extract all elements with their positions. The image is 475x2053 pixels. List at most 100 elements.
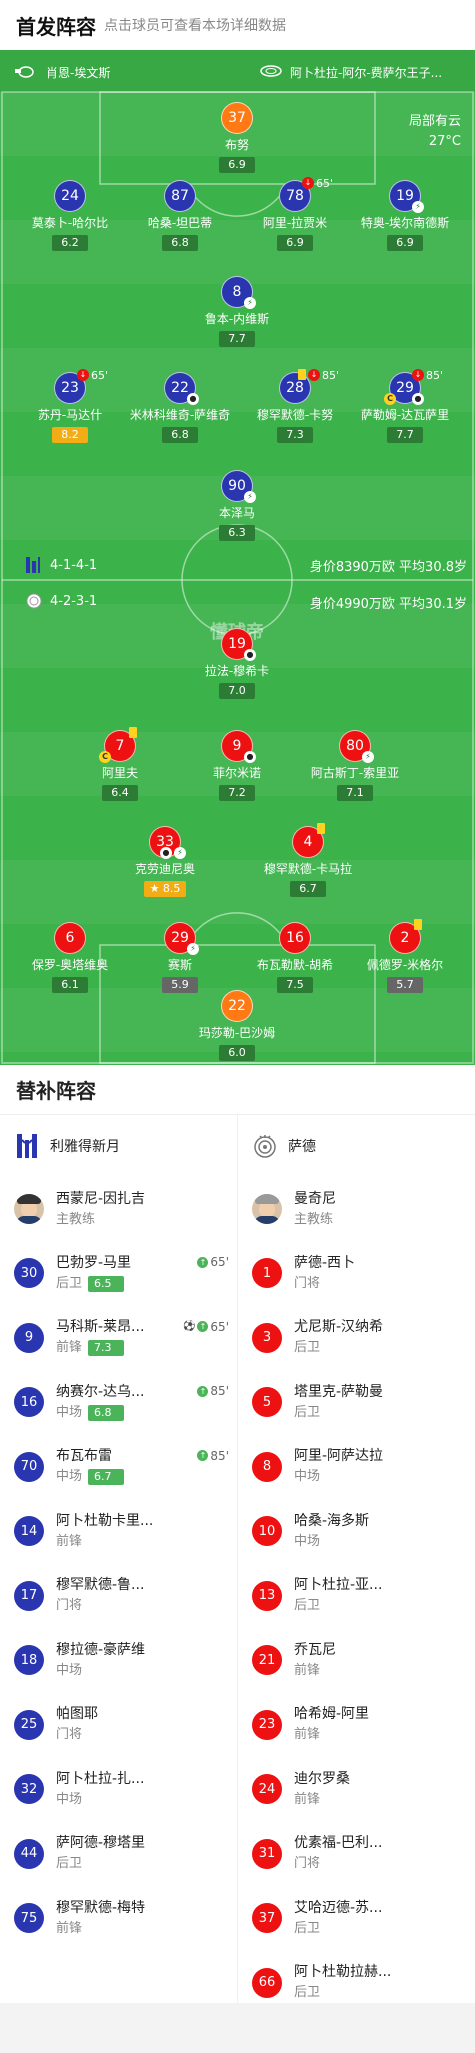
- home-player-87[interactable]: 87 哈桑-坦巴蒂 6.8: [120, 180, 240, 251]
- sub-player-number: 66: [252, 1967, 282, 1998]
- away-team-row[interactable]: 萨德: [238, 1115, 475, 1177]
- player-name: 赛斯: [167, 958, 192, 972]
- away-player-80[interactable]: 80 ⚡ 阿古斯丁-索里亚 7.1: [295, 730, 415, 801]
- sub-player-row[interactable]: 5 塔里克-萨勒曼 后卫: [238, 1370, 475, 1435]
- coach-role: 主教练: [294, 1211, 334, 1227]
- player-name: 玛莎勒-巴沙姆: [198, 1026, 276, 1040]
- sub-player-number: 1: [252, 1258, 282, 1289]
- sub-player-position: 中场: [56, 1791, 83, 1807]
- away-player-4[interactable]: 4 穆罕默德-卡马拉 6.7: [248, 823, 368, 897]
- sub-player-row[interactable]: 37 艾哈迈德-苏... 后卫: [238, 1886, 475, 1951]
- away-player-16[interactable]: 16 布瓦勒默-胡希 7.5: [235, 922, 355, 993]
- home-player-37[interactable]: 37 布努 6.9: [177, 102, 297, 173]
- sub-player-number: 14: [14, 1516, 44, 1547]
- player-name: 鲁本-内维斯: [204, 312, 270, 326]
- home-player-28[interactable]: 28 ↓ 85' 穆罕默德-卡努 7.3: [235, 369, 355, 443]
- player-number: 19 ●: [221, 628, 256, 661]
- sub-minute: 65': [91, 369, 109, 382]
- sub-out-icon: ↓: [302, 177, 314, 189]
- sub-player-position: 门将: [294, 1275, 321, 1291]
- stadium-name: 阿卜杜拉-阿尔-费萨尔王子...: [290, 66, 443, 80]
- player-name: 萨勒姆-达瓦萨里: [360, 408, 450, 422]
- whistle-icon: [14, 64, 34, 81]
- sub-player-row[interactable]: 24 迪尔罗桑 前锋: [238, 1757, 475, 1822]
- sub-player-row[interactable]: 1 萨德-西卜 门将: [238, 1241, 475, 1306]
- sub-player-rating: 6.5: [88, 1275, 125, 1292]
- sub-player-position: 门将: [294, 1856, 321, 1872]
- player-rating: 6.8: [162, 427, 198, 443]
- sub-player-position: 中场: [294, 1469, 321, 1485]
- sub-player-position: 后卫: [56, 1856, 83, 1872]
- sub-player-row[interactable]: 10 哈桑-海多斯 中场: [238, 1499, 475, 1564]
- sub-player-row[interactable]: 18 穆拉德-豪萨维 中场: [0, 1628, 237, 1693]
- sub-out-icon: ↓: [412, 369, 424, 381]
- sub-player-position: 前锋: [56, 1340, 83, 1356]
- sub-player-name: 艾哈迈德-苏...: [294, 1899, 383, 1916]
- home-coach-row: 西蒙尼-因扎吉 主教练: [0, 1177, 237, 1241]
- sub-out-icon: ↓: [308, 369, 320, 381]
- sub-player-row[interactable]: 25 帕图耶 门将: [0, 1693, 237, 1758]
- sub-player-number: 13: [252, 1580, 282, 1611]
- home-player-90[interactable]: 90 ⚡ 本泽马 6.3: [177, 470, 297, 541]
- goal-ball-icon: ●: [412, 393, 424, 405]
- home-player-78[interactable]: 78 ↓ 65' 阿里-拉贾米 6.9: [235, 177, 355, 251]
- coach-name: 西蒙尼-因扎吉: [56, 1190, 146, 1207]
- sub-player-position-row: 前锋: [56, 1533, 153, 1551]
- away-player-29[interactable]: 29 ⚡ 赛斯 5.9: [120, 922, 240, 993]
- sub-player-row[interactable]: 70 布瓦布雷 中场 6.7 ↑ 85': [0, 1435, 237, 1500]
- home-player-22[interactable]: 22 ● 米林科维奇-萨维奇 6.8: [120, 372, 240, 443]
- away-player-9[interactable]: 9 ● 菲尔米诺 7.2: [177, 730, 297, 801]
- sub-player-row[interactable]: 21 乔瓦尼 前锋: [238, 1628, 475, 1693]
- home-player-29[interactable]: 29 ↓ 85' C ● 萨勒姆-达瓦萨里 7.7: [345, 369, 465, 443]
- player-rating: 6.1: [52, 977, 88, 993]
- home-player-23[interactable]: 23 ↓ 65' 苏丹-马达什 8.2: [10, 369, 130, 443]
- sub-player-row[interactable]: 23 哈希姆-阿里 前锋: [238, 1693, 475, 1758]
- sub-player-name: 阿卜杜拉-扎...: [56, 1770, 145, 1787]
- player-number: 6: [54, 922, 86, 954]
- sub-player-row[interactable]: 14 阿卜杜勒卡里... 前锋: [0, 1499, 237, 1564]
- away-player-33[interactable]: 33 ● ⚡ 克劳迪尼奥 ★ 8.5: [105, 826, 225, 897]
- sub-player-position: 门将: [56, 1598, 83, 1614]
- player-name: 穆罕默德-卡努: [256, 408, 334, 422]
- sub-player-name: 布瓦布雷: [56, 1448, 112, 1465]
- player-number: 22: [221, 990, 253, 1022]
- goal-ball-icon: ●: [160, 847, 172, 859]
- player-name: 布努: [224, 138, 249, 152]
- sub-player-position: 后卫: [294, 1985, 321, 2001]
- player-rating: 7.2: [219, 785, 255, 801]
- sub-player-row[interactable]: 13 阿卜杜拉-亚... 后卫: [238, 1564, 475, 1629]
- home-formation: 4-1-4-1: [50, 557, 98, 573]
- sub-in-icon: ↑: [197, 1385, 209, 1397]
- sub-player-row[interactable]: 44 萨阿德-穆塔里 后卫: [0, 1822, 237, 1887]
- temperature-text: 27°C: [428, 134, 461, 149]
- away-player-2[interactable]: 2 佩德罗-米格尔 5.7: [345, 919, 465, 993]
- sub-player-row[interactable]: 32 阿卜杜拉-扎... 中场: [0, 1757, 237, 1822]
- away-player-22[interactable]: 22 玛莎勒-巴沙姆 6.0: [177, 990, 297, 1061]
- sub-player-row[interactable]: 75 穆罕默德-梅特 前锋: [0, 1886, 237, 1951]
- player-number: 80 ⚡: [339, 730, 374, 763]
- sub-player-row[interactable]: 17 穆罕默德-鲁... 门将: [0, 1564, 237, 1629]
- sub-player-row[interactable]: 30 巴勃罗-马里 后卫 6.5 ↑ 65': [0, 1241, 237, 1306]
- away-player-19[interactable]: 19 ● 拉法-穆希卡 7.0: [177, 628, 297, 699]
- player-name: 穆罕默德-卡马拉: [263, 862, 353, 876]
- home-team-logo-icon: [14, 1133, 40, 1159]
- player-name: 阿古斯丁-索里亚: [310, 766, 400, 780]
- home-team-row[interactable]: 利雅得新月: [0, 1115, 237, 1177]
- home-team-name: 利雅得新月: [50, 1139, 120, 1155]
- coach-name: 曼奇尼: [294, 1190, 336, 1207]
- away-player-7[interactable]: 7 C 阿里夫 6.4: [60, 727, 180, 801]
- sub-player-row[interactable]: 8 阿里-阿萨达拉 中场: [238, 1435, 475, 1500]
- sub-player-row[interactable]: 16 纳赛尔-达乌... 中场 6.8 ↑ 85': [0, 1370, 237, 1435]
- away-player-6[interactable]: 6 保罗-奥塔维奥 6.1: [10, 922, 130, 993]
- sub-minute: 85': [322, 369, 340, 382]
- sub-player-row[interactable]: 3 尤尼斯-汉纳希 后卫: [238, 1306, 475, 1371]
- player-name: 米林科维奇-萨维奇: [129, 408, 231, 422]
- sub-player-position-row: 前锋: [56, 1920, 145, 1938]
- home-player-8[interactable]: 8 ⚡ 鲁本-内维斯 7.7: [177, 276, 297, 347]
- sub-player-row[interactable]: 31 优素福-巴利... 门将: [238, 1822, 475, 1887]
- sub-player-position-row: 门将: [56, 1726, 98, 1744]
- sub-player-row[interactable]: 9 马科斯-莱昂... 前锋 7.3 ⚽ ↑ 65': [0, 1306, 237, 1371]
- sub-player-position: 后卫: [56, 1275, 83, 1291]
- home-player-19[interactable]: 19 ⚡ 特奥-埃尔南德斯 6.9: [345, 180, 465, 251]
- home-player-24[interactable]: 24 莫泰卜-哈尔比 6.2: [10, 180, 130, 251]
